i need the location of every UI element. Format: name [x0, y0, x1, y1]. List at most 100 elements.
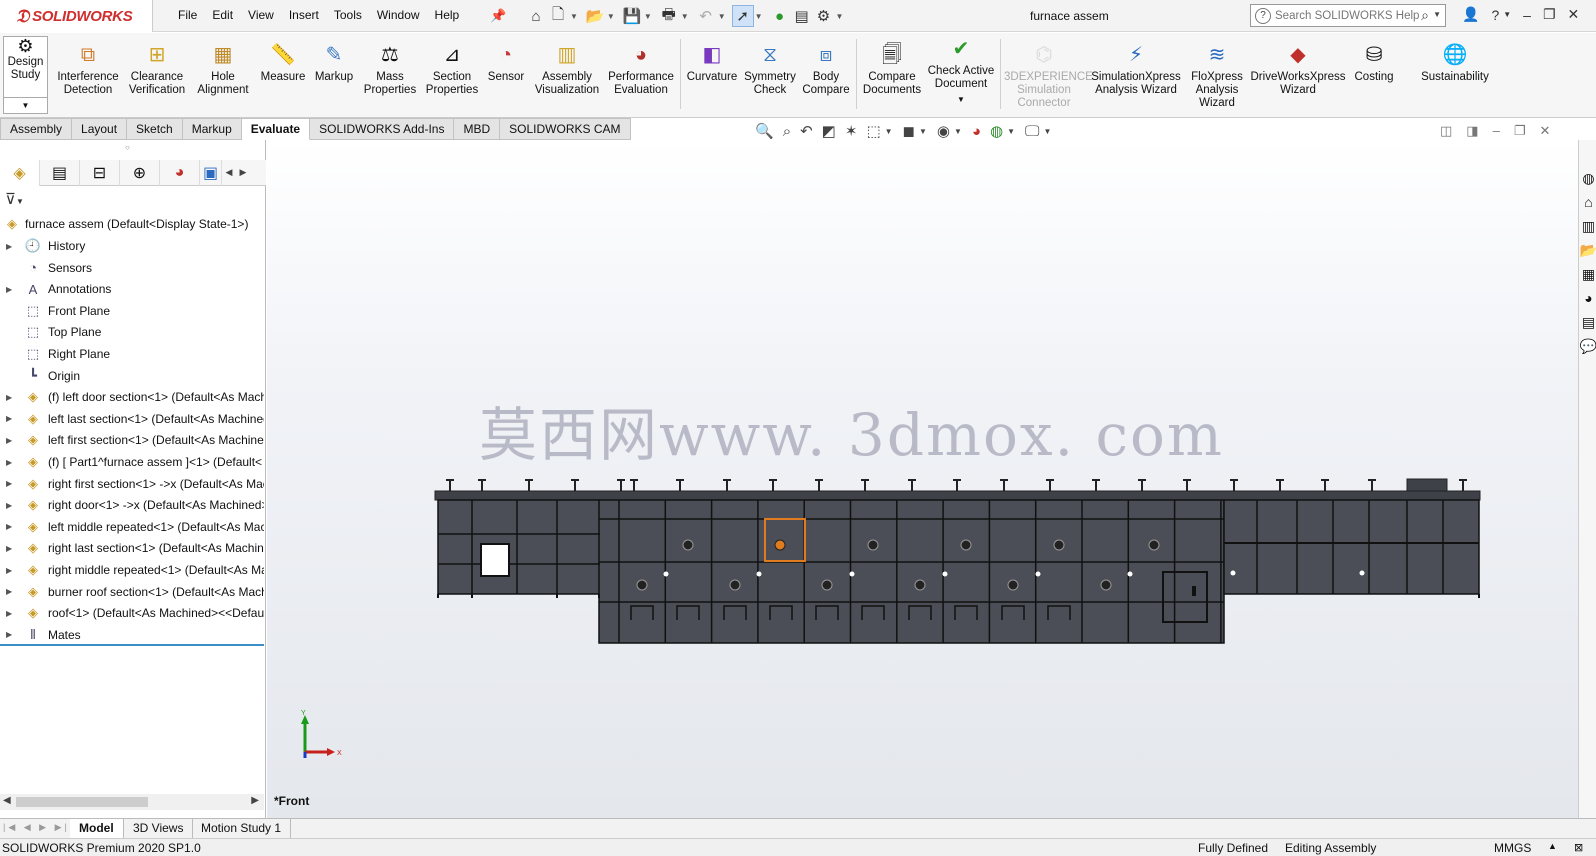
tree-item[interactable]: ▶ ⫴ Mates: [0, 624, 264, 646]
scene-dropdown-icon[interactable]: ▼: [1007, 127, 1015, 136]
search-dropdown-icon[interactable]: ▼: [1433, 10, 1441, 19]
dimxpert-tab-icon[interactable]: ⊕: [120, 160, 160, 186]
tree-root-assembly[interactable]: ◈ furnace assem (Default<Display State-1>…: [0, 213, 264, 235]
home-pane-icon[interactable]: ⌂: [1580, 192, 1596, 212]
markup-button[interactable]: ✎ Markup: [312, 37, 356, 84]
display-style-icon[interactable]: ◼: [903, 122, 915, 140]
menu-edit[interactable]: Edit: [212, 8, 233, 22]
open-dropdown-icon[interactable]: ▼: [607, 12, 615, 21]
symmetry-check-button[interactable]: ⧖ Symmetry Check: [742, 37, 798, 97]
sustainability-button[interactable]: 🌐 Sustainability: [1412, 37, 1498, 84]
clearance-verification-button[interactable]: ⊞ Clearance Verification: [124, 37, 190, 97]
rebuild-traffic-light-icon[interactable]: ●: [769, 5, 791, 27]
tree-rollback-bar[interactable]: [0, 644, 264, 646]
save-icon[interactable]: 💾: [621, 5, 643, 27]
previous-view-icon[interactable]: ↶: [800, 122, 813, 140]
dynamic-annotation-icon[interactable]: ✶: [845, 122, 858, 140]
tab-motion-study-1[interactable]: Motion Study 1: [192, 819, 292, 838]
zoom-to-fit-icon[interactable]: 🔍: [755, 122, 774, 140]
expand-arrow-icon[interactable]: ▶: [6, 414, 12, 423]
design-library-icon[interactable]: ▥: [1580, 216, 1596, 236]
furnace-assembly-model[interactable]: [267, 140, 1578, 818]
curvature-button[interactable]: ◧ Curvature: [684, 37, 740, 84]
tile-right-icon[interactable]: ◨: [1466, 123, 1478, 139]
floxpress-button[interactable]: ≋ FloXpress Analysis Wizard: [1186, 37, 1248, 110]
menu-insert[interactable]: Insert: [289, 8, 319, 22]
tab-assembly[interactable]: Assembly: [0, 118, 73, 140]
status-units[interactable]: MMGS: [1494, 841, 1531, 855]
tab-3d-views[interactable]: 3D Views: [124, 819, 194, 838]
options-dropdown-icon[interactable]: ▼: [836, 12, 844, 21]
cam-tab-icon[interactable]: ▣: [200, 160, 222, 186]
simulation-connector-button[interactable]: ⌬ 3DEXPERIENCE Simulation Connector: [1004, 37, 1093, 110]
tab-model[interactable]: Model: [70, 819, 124, 838]
tree-item[interactable]: ┗ Origin: [0, 365, 264, 387]
hole-alignment-button[interactable]: ▦ Hole Alignment: [194, 37, 252, 97]
tab-mbd[interactable]: MBD: [454, 118, 501, 140]
graphics-area[interactable]: 莫西网www. 3dmox. com Y X *Front: [267, 140, 1578, 818]
viewport-close-icon[interactable]: ✕: [1539, 123, 1550, 139]
tree-item[interactable]: ⬚ Top Plane: [0, 321, 264, 343]
open-folder-icon[interactable]: 📂: [584, 5, 606, 27]
pin-menu-icon[interactable]: 📌: [490, 8, 506, 24]
view-orientation-icon[interactable]: ⬚: [866, 122, 880, 140]
check-dropdown-icon[interactable]: ▼: [926, 93, 996, 106]
simulationxpress-button[interactable]: ⚡ SimulationXpress Analysis Wizard: [1088, 37, 1184, 97]
tree-item[interactable]: ▶ 🕘 History: [0, 235, 264, 257]
feature-manager-tab-icon[interactable]: ◈: [0, 160, 40, 186]
tab-solidworks-addins[interactable]: SOLIDWORKS Add-Ins: [310, 118, 455, 140]
undo-dropdown-icon[interactable]: ▼: [718, 12, 726, 21]
measure-button[interactable]: 📏 Measure: [258, 37, 308, 84]
expand-arrow-icon[interactable]: ▶: [6, 393, 12, 402]
scroll-left-icon[interactable]: ◀: [3, 795, 11, 806]
tab-layout[interactable]: Layout: [72, 118, 128, 140]
scrollbar-thumb[interactable]: [16, 797, 148, 807]
hide-show-dropdown-icon[interactable]: ▼: [954, 127, 962, 136]
configuration-manager-tab-icon[interactable]: ⊟: [80, 160, 120, 186]
scroll-right-icon[interactable]: ▶: [251, 795, 259, 806]
search-icon[interactable]: ⌕: [1421, 7, 1429, 24]
minimize-icon[interactable]: –: [1523, 7, 1531, 23]
new-dropdown-icon[interactable]: ▼: [570, 12, 578, 21]
view-settings-dropdown-icon[interactable]: ▼: [1043, 127, 1051, 136]
mass-properties-button[interactable]: ⚖ Mass Properties: [362, 37, 418, 97]
expand-arrow-icon[interactable]: ▶: [6, 436, 12, 445]
expand-arrow-icon[interactable]: ▶: [6, 242, 12, 251]
custom-properties-icon[interactable]: ▤: [1580, 312, 1596, 332]
solidworks-resources-icon[interactable]: ◍: [1580, 168, 1596, 188]
expand-arrow-icon[interactable]: ▶: [6, 285, 12, 294]
user-account-icon[interactable]: 👤: [1462, 6, 1479, 23]
tree-item[interactable]: ▶ ◈ right first section<1> ->x (Default<As…: [0, 473, 264, 495]
expand-arrow-icon[interactable]: ▶: [6, 587, 12, 596]
print-icon[interactable]: 🖶: [658, 5, 680, 27]
body-compare-button[interactable]: ⧈ Body Compare: [800, 37, 852, 97]
save-dropdown-icon[interactable]: ▼: [644, 12, 652, 21]
view-palette-icon[interactable]: ▦: [1580, 264, 1596, 284]
tree-item[interactable]: ◔ Sensors: [0, 257, 264, 279]
tree-item[interactable]: ▶ ◈ right door<1> ->x (Default<As Machined…: [0, 494, 264, 516]
tree-horizontal-scrollbar[interactable]: ◀ ▶: [0, 794, 264, 810]
display-manager-tab-icon[interactable]: ◕: [160, 160, 200, 186]
tab-markup[interactable]: Markup: [182, 118, 242, 140]
tab-sketch[interactable]: Sketch: [127, 118, 183, 140]
tile-left-icon[interactable]: ◫: [1440, 123, 1452, 139]
display-style-dropdown-icon[interactable]: ▼: [919, 127, 927, 136]
tree-item[interactable]: ▶ ◈ right middle repeated<1> (Default<As M…: [0, 559, 264, 581]
view-orientation-dropdown-icon[interactable]: ▼: [885, 127, 893, 136]
tab-solidworks-cam[interactable]: SOLIDWORKS CAM: [500, 118, 631, 140]
file-explorer-icon[interactable]: 📂: [1580, 240, 1596, 260]
expand-arrow-icon[interactable]: ▶: [6, 544, 12, 553]
menu-window[interactable]: Window: [377, 8, 420, 22]
view-settings-icon[interactable]: 🖵: [1025, 123, 1039, 140]
tree-item[interactable]: ▶ ◈ right last section<1> (Default<As Mach…: [0, 537, 264, 559]
print-dropdown-icon[interactable]: ▼: [681, 12, 689, 21]
tree-item[interactable]: ▶ ◈ (f) left door section<1> (Default<As M…: [0, 386, 264, 408]
compare-documents-button[interactable]: 🗐 Compare Documents: [860, 37, 924, 97]
interference-detection-button[interactable]: ⧉ Interference Detection: [55, 37, 121, 97]
select-cursor-icon[interactable]: ➚: [731, 5, 754, 27]
section-view-icon[interactable]: ◩: [822, 122, 836, 140]
tree-item[interactable]: ▶ ◈ left middle repeated<1> (Default<As Ma…: [0, 516, 264, 538]
edit-appearance-icon[interactable]: ◕: [972, 123, 981, 140]
section-properties-button[interactable]: ⊿ Section Properties: [424, 37, 480, 97]
help-icon[interactable]: ?: [1491, 7, 1499, 23]
